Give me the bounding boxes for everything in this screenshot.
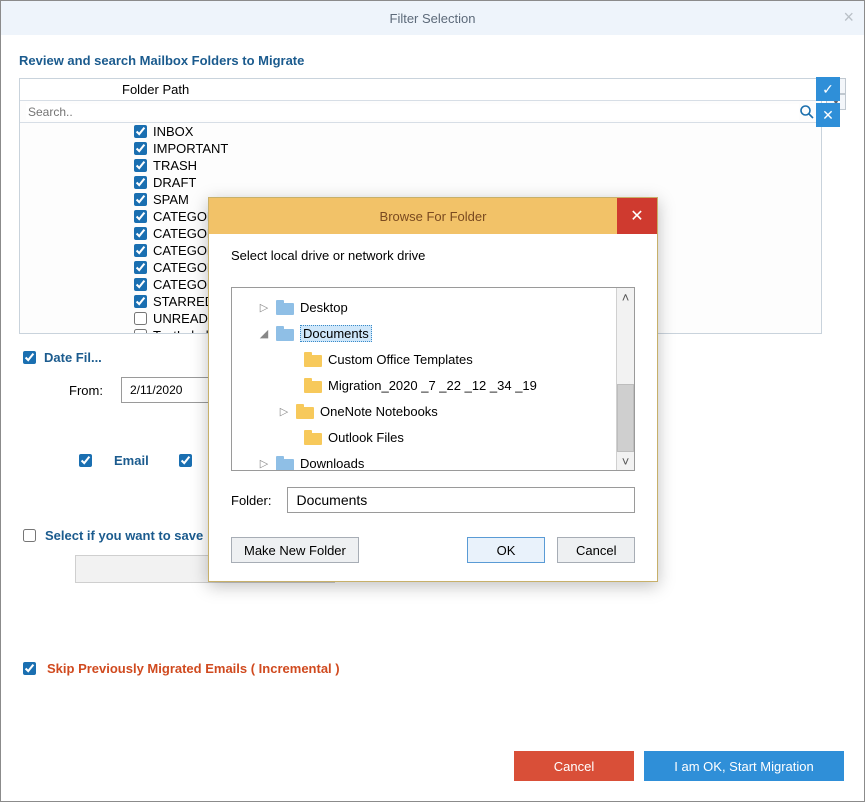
tree-item-migration[interactable]: Migration_2020 _7 _22 _12 _34 _19 xyxy=(232,372,634,398)
tree-label: Desktop xyxy=(300,300,348,315)
deselect-all-button[interactable]: ✕ xyxy=(816,103,840,127)
save-option-checkbox[interactable] xyxy=(23,529,36,542)
expand-icon[interactable]: ▷ xyxy=(278,405,290,418)
tree-label-selected: Documents xyxy=(300,325,372,342)
email-filter-label: Email xyxy=(114,453,149,468)
search-icon[interactable] xyxy=(799,104,815,120)
select-all-button[interactable]: ✓ xyxy=(816,77,840,101)
folder-label: SPAM xyxy=(153,192,189,207)
expand-icon[interactable]: ▷ xyxy=(258,301,270,314)
folder-row[interactable]: DRAFT xyxy=(20,174,821,191)
dialog-close-button[interactable]: ✕ xyxy=(617,198,657,234)
make-new-folder-button[interactable]: Make New Folder xyxy=(231,537,359,563)
folder-icon xyxy=(296,404,314,419)
dialog-hint: Select local drive or network drive xyxy=(231,248,635,263)
google-filter-checkbox[interactable] xyxy=(179,454,192,467)
folder-icon xyxy=(276,456,294,471)
folder-checkbox[interactable] xyxy=(134,159,147,172)
email-filter-checkbox[interactable] xyxy=(79,454,92,467)
tree-label: Custom Office Templates xyxy=(328,352,473,367)
folder-checkbox[interactable] xyxy=(134,176,147,189)
folder-label: INBOX xyxy=(153,124,193,139)
folder-icon xyxy=(276,300,294,315)
scroll-thumb[interactable] xyxy=(617,384,634,452)
tree-item-onenote[interactable]: ▷ OneNote Notebooks xyxy=(232,398,634,424)
filter-selection-window: Filter Selection × Review and search Mai… xyxy=(0,0,865,802)
skip-label: Skip Previously Migrated Emails ( Increm… xyxy=(47,661,340,676)
titlebar: Filter Selection × xyxy=(1,1,864,35)
folder-label: TRASH xyxy=(153,158,197,173)
folder-icon xyxy=(304,430,322,445)
folder-icon xyxy=(304,352,322,367)
date-from-input[interactable] xyxy=(121,377,211,403)
scroll-down-icon[interactable]: ˅ xyxy=(617,452,634,470)
browse-folder-dialog: Browse For Folder ✕ Select local drive o… xyxy=(208,197,658,582)
date-filter-label: Date Fil... xyxy=(44,350,102,365)
folder-checkbox[interactable] xyxy=(134,227,147,240)
folder-search-input[interactable] xyxy=(26,104,799,120)
folder-label: STARRED xyxy=(153,294,214,309)
folder-checkbox[interactable] xyxy=(134,193,147,206)
tree-scrollbar[interactable]: ˄ ˅ xyxy=(616,288,634,470)
folder-row[interactable]: TRASH xyxy=(20,157,821,174)
section-title: Review and search Mailbox Folders to Mig… xyxy=(19,53,846,68)
collapse-icon[interactable]: ◢ xyxy=(258,327,270,340)
folder-checkbox[interactable] xyxy=(134,210,147,223)
folder-checkbox[interactable] xyxy=(134,312,147,325)
window-close-icon[interactable]: × xyxy=(843,7,854,28)
dialog-cancel-button[interactable]: Cancel xyxy=(557,537,635,563)
folder-checkbox[interactable] xyxy=(134,125,147,138)
folder-header-row: Folder Path xyxy=(20,79,821,101)
dialog-ok-button[interactable]: OK xyxy=(467,537,545,563)
folder-row[interactable]: IMPORTANT xyxy=(20,140,821,157)
folder-tree[interactable]: ▷ Desktop ◢ Documents Custom Office Temp… xyxy=(231,287,635,471)
folder-search-row xyxy=(20,101,821,123)
folder-row[interactable]: INBOX xyxy=(20,123,821,140)
date-filter-checkbox[interactable] xyxy=(23,351,36,364)
tree-label: Migration_2020 _7 _22 _12 _34 _19 xyxy=(328,378,537,393)
folder-label: UNREAD xyxy=(153,311,208,326)
folder-label: IMPORTANT xyxy=(153,141,228,156)
folder-label: DRAFT xyxy=(153,175,196,190)
tree-item-outlook[interactable]: Outlook Files xyxy=(232,424,634,450)
save-option-label: Select if you want to save xyxy=(45,528,203,543)
folder-checkbox[interactable] xyxy=(134,329,147,333)
dialog-title: Browse For Folder xyxy=(380,209,487,224)
tree-item-custom[interactable]: Custom Office Templates xyxy=(232,346,634,372)
tree-label: OneNote Notebooks xyxy=(320,404,438,419)
folder-checkbox[interactable] xyxy=(134,261,147,274)
folder-checkbox[interactable] xyxy=(134,142,147,155)
folder-checkbox[interactable] xyxy=(134,244,147,257)
folder-label: TestLabel xyxy=(153,328,209,333)
dialog-titlebar: Browse For Folder ✕ xyxy=(209,198,657,234)
folder-icon xyxy=(304,378,322,393)
expand-icon[interactable]: ▷ xyxy=(258,457,270,470)
skip-checkbox[interactable] xyxy=(23,662,36,675)
folder-field-label: Folder: xyxy=(231,493,271,508)
tree-label: Outlook Files xyxy=(328,430,404,445)
folder-header-label[interactable]: Folder Path xyxy=(42,82,189,97)
tree-item-documents[interactable]: ◢ Documents xyxy=(232,320,634,346)
tree-label: Downloads xyxy=(300,456,364,471)
folder-checkbox[interactable] xyxy=(134,278,147,291)
folder-icon xyxy=(276,326,294,341)
window-title: Filter Selection xyxy=(390,11,476,26)
folder-checkbox[interactable] xyxy=(134,295,147,308)
tree-item-desktop[interactable]: ▷ Desktop xyxy=(232,294,634,320)
scroll-up-icon[interactable]: ˄ xyxy=(617,288,634,306)
date-from-label: From: xyxy=(69,383,103,398)
folder-field-input[interactable] xyxy=(287,487,635,513)
cancel-button[interactable]: Cancel xyxy=(514,751,634,781)
start-migration-button[interactable]: I am OK, Start Migration xyxy=(644,751,844,781)
tree-item-downloads[interactable]: ▷ Downloads xyxy=(232,450,634,471)
